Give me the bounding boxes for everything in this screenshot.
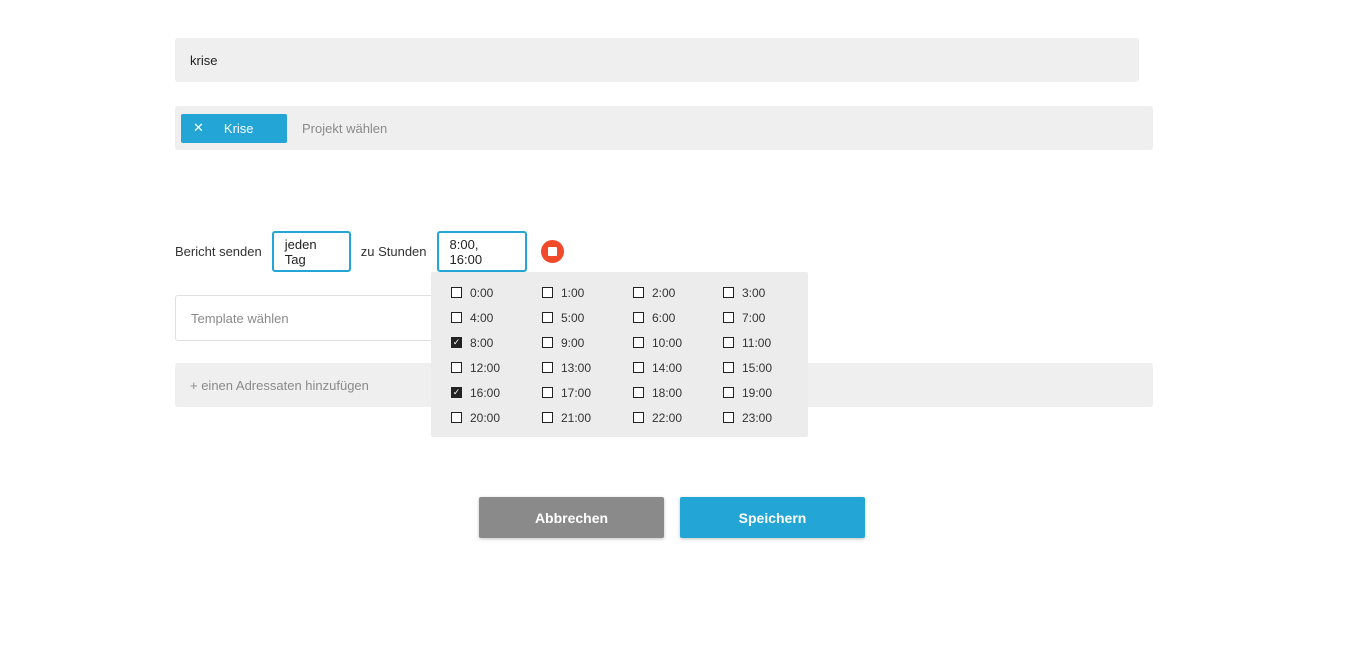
hour-option-label: 19:00 xyxy=(742,385,773,400)
checkbox-icon[interactable] xyxy=(723,387,734,398)
hours-select[interactable]: 8:00, 16:00 xyxy=(436,231,527,272)
checkbox-icon[interactable] xyxy=(633,362,644,373)
checkbox-icon[interactable] xyxy=(723,312,734,323)
hour-option-label: 12:00 xyxy=(470,360,501,375)
hour-option-label: 11:00 xyxy=(742,335,772,350)
checkbox-icon[interactable] xyxy=(723,412,734,423)
hour-option-label: 15:00 xyxy=(742,360,773,375)
hour-option-label: 3:00 xyxy=(742,285,766,300)
name-input[interactable] xyxy=(175,38,1139,82)
hour-option-label: 0:00 xyxy=(470,285,494,300)
project-select[interactable]: ✕ Krise Projekt wählen xyxy=(175,106,1153,150)
report-schedule-row: Bericht senden jeden Tag zu Stunden 8:00… xyxy=(175,231,564,272)
hour-option-label: 2:00 xyxy=(652,285,676,300)
hour-option[interactable]: 10:00 xyxy=(633,330,723,355)
checkbox-icon[interactable] xyxy=(723,362,734,373)
hour-option-label: 8:00 xyxy=(470,335,494,350)
hour-option-label: 9:00 xyxy=(561,335,585,350)
stop-icon[interactable] xyxy=(540,240,564,263)
frequency-select[interactable]: jeden Tag xyxy=(271,231,351,272)
checkbox-icon[interactable] xyxy=(451,287,462,298)
hour-option[interactable]: 21:00 xyxy=(542,405,633,430)
checkbox-icon[interactable] xyxy=(542,312,553,323)
checkbox-icon[interactable] xyxy=(542,337,553,348)
checkbox-icon[interactable] xyxy=(633,312,644,323)
checkbox-icon[interactable] xyxy=(542,287,553,298)
hour-option[interactable]: 15:00 xyxy=(723,355,813,380)
checkbox-icon[interactable] xyxy=(542,412,553,423)
hour-option-label: 16:00 xyxy=(470,385,501,400)
hour-option[interactable]: 6:00 xyxy=(633,305,723,330)
hour-option-label: 14:00 xyxy=(652,360,683,375)
hour-option-label: 10:00 xyxy=(652,335,683,350)
hour-option[interactable]: 13:00 xyxy=(542,355,633,380)
hour-option-label: 18:00 xyxy=(652,385,683,400)
checkbox-icon[interactable] xyxy=(451,362,462,373)
hour-option[interactable]: 5:00 xyxy=(542,305,633,330)
checkbox-icon[interactable] xyxy=(451,312,462,323)
checkbox-icon[interactable] xyxy=(542,362,553,373)
checkbox-icon[interactable] xyxy=(723,337,734,348)
hour-option-label: 4:00 xyxy=(470,310,494,325)
hour-option-label: 13:00 xyxy=(561,360,592,375)
send-report-label: Bericht senden xyxy=(175,244,262,259)
hour-option[interactable]: 4:00 xyxy=(451,305,542,330)
hour-option[interactable]: 20:00 xyxy=(451,405,542,430)
hour-option[interactable]: 3:00 xyxy=(723,280,813,305)
hour-option-label: 1:00 xyxy=(561,285,585,300)
hour-option[interactable]: 18:00 xyxy=(633,380,723,405)
hour-option[interactable]: 22:00 xyxy=(633,405,723,430)
hour-option-label: 23:00 xyxy=(742,410,773,425)
checkbox-icon[interactable] xyxy=(633,412,644,423)
hour-option[interactable]: 19:00 xyxy=(723,380,813,405)
project-tag: ✕ Krise xyxy=(181,113,287,143)
cancel-button[interactable]: Abbrechen xyxy=(479,497,664,538)
hour-option-label: 6:00 xyxy=(652,310,676,325)
template-placeholder: Template wählen xyxy=(191,310,289,326)
hour-option-label: 21:00 xyxy=(561,410,592,425)
hour-option-label: 17:00 xyxy=(561,385,592,400)
checkbox-icon[interactable] xyxy=(542,387,553,398)
checkbox-icon[interactable] xyxy=(633,337,644,348)
hour-option[interactable]: 12:00 xyxy=(451,355,542,380)
hour-option[interactable]: 9:00 xyxy=(542,330,633,355)
hour-option[interactable]: 7:00 xyxy=(723,305,813,330)
hour-option[interactable]: 14:00 xyxy=(633,355,723,380)
checkbox-icon[interactable] xyxy=(633,387,644,398)
checkbox-icon[interactable] xyxy=(451,412,462,423)
project-tag-label: Krise xyxy=(223,120,254,136)
hour-option[interactable]: 2:00 xyxy=(633,280,723,305)
hour-option-label: 7:00 xyxy=(742,310,766,325)
hour-option[interactable]: 0:00 xyxy=(451,280,542,305)
hour-option-label: 22:00 xyxy=(652,410,683,425)
checkbox-icon[interactable] xyxy=(633,287,644,298)
checkbox-checked-icon[interactable]: ✓ xyxy=(451,387,462,398)
hours-label: zu Stunden xyxy=(360,244,427,259)
hour-option[interactable]: 23:00 xyxy=(723,405,813,430)
hour-option[interactable]: ✓ 16:00 xyxy=(451,380,542,405)
project-placeholder[interactable]: Projekt wählen xyxy=(302,121,387,136)
template-select[interactable]: Template wählen xyxy=(175,295,445,341)
hour-option[interactable]: 1:00 xyxy=(542,280,633,305)
save-button[interactable]: Speichern xyxy=(680,497,865,538)
hours-dropdown: 0:00 1:00 2:00 3:00 4:00 5:00 6:00 7:00 ✓ 8:00 9:0… xyxy=(431,272,808,437)
hour-option[interactable]: 11:00 xyxy=(723,330,813,355)
hour-option-label: 5:00 xyxy=(561,310,585,325)
checkbox-checked-icon[interactable]: ✓ xyxy=(451,337,462,348)
add-recipient-label: + einen Adressaten hinzufügen xyxy=(190,377,369,393)
hour-option-label: 20:00 xyxy=(470,410,501,425)
hour-option[interactable]: 17:00 xyxy=(542,380,633,405)
checkbox-icon[interactable] xyxy=(723,287,734,298)
hour-option[interactable]: ✓ 8:00 xyxy=(451,330,542,355)
tag-remove-icon[interactable]: ✕ xyxy=(193,120,204,136)
